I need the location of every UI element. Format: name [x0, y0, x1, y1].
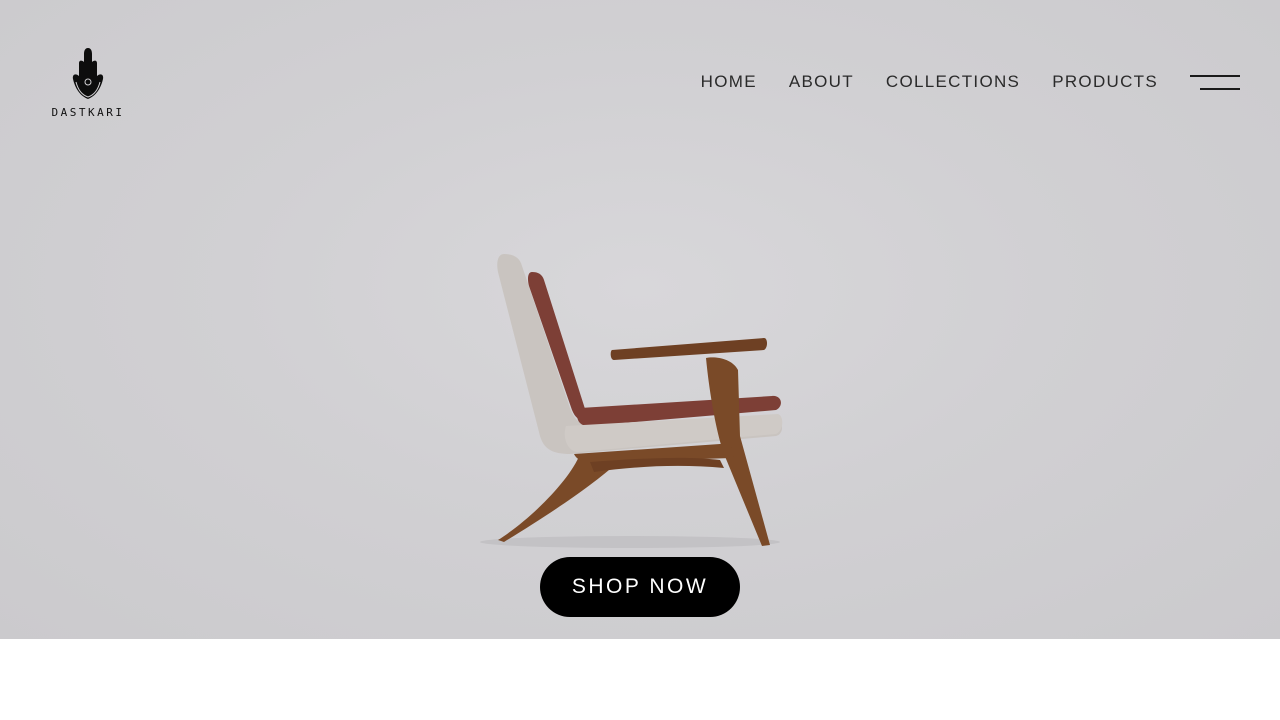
hamburger-menu-icon[interactable] — [1190, 74, 1240, 92]
shop-now-button[interactable]: SHOP NOW — [540, 557, 740, 617]
nav-collections[interactable]: COLLECTIONS — [886, 72, 1020, 92]
page-content-below-hero — [0, 639, 1280, 720]
menu-bar-bottom — [1200, 88, 1240, 90]
hero-section: DASTKARI HOME ABOUT COLLECTIONS PRODUCTS… — [0, 0, 1280, 639]
menu-bar-top — [1190, 75, 1240, 77]
lounge-chair-image — [480, 254, 783, 548]
main-nav: HOME ABOUT COLLECTIONS PRODUCTS — [701, 72, 1158, 92]
brand-logo[interactable]: DASTKARI — [48, 46, 128, 122]
nav-about[interactable]: ABOUT — [789, 72, 854, 92]
hamsa-hand-icon — [72, 48, 104, 99]
nav-products[interactable]: PRODUCTS — [1052, 72, 1158, 92]
brand-name: DASTKARI — [51, 106, 125, 119]
nav-home[interactable]: HOME — [701, 72, 757, 92]
